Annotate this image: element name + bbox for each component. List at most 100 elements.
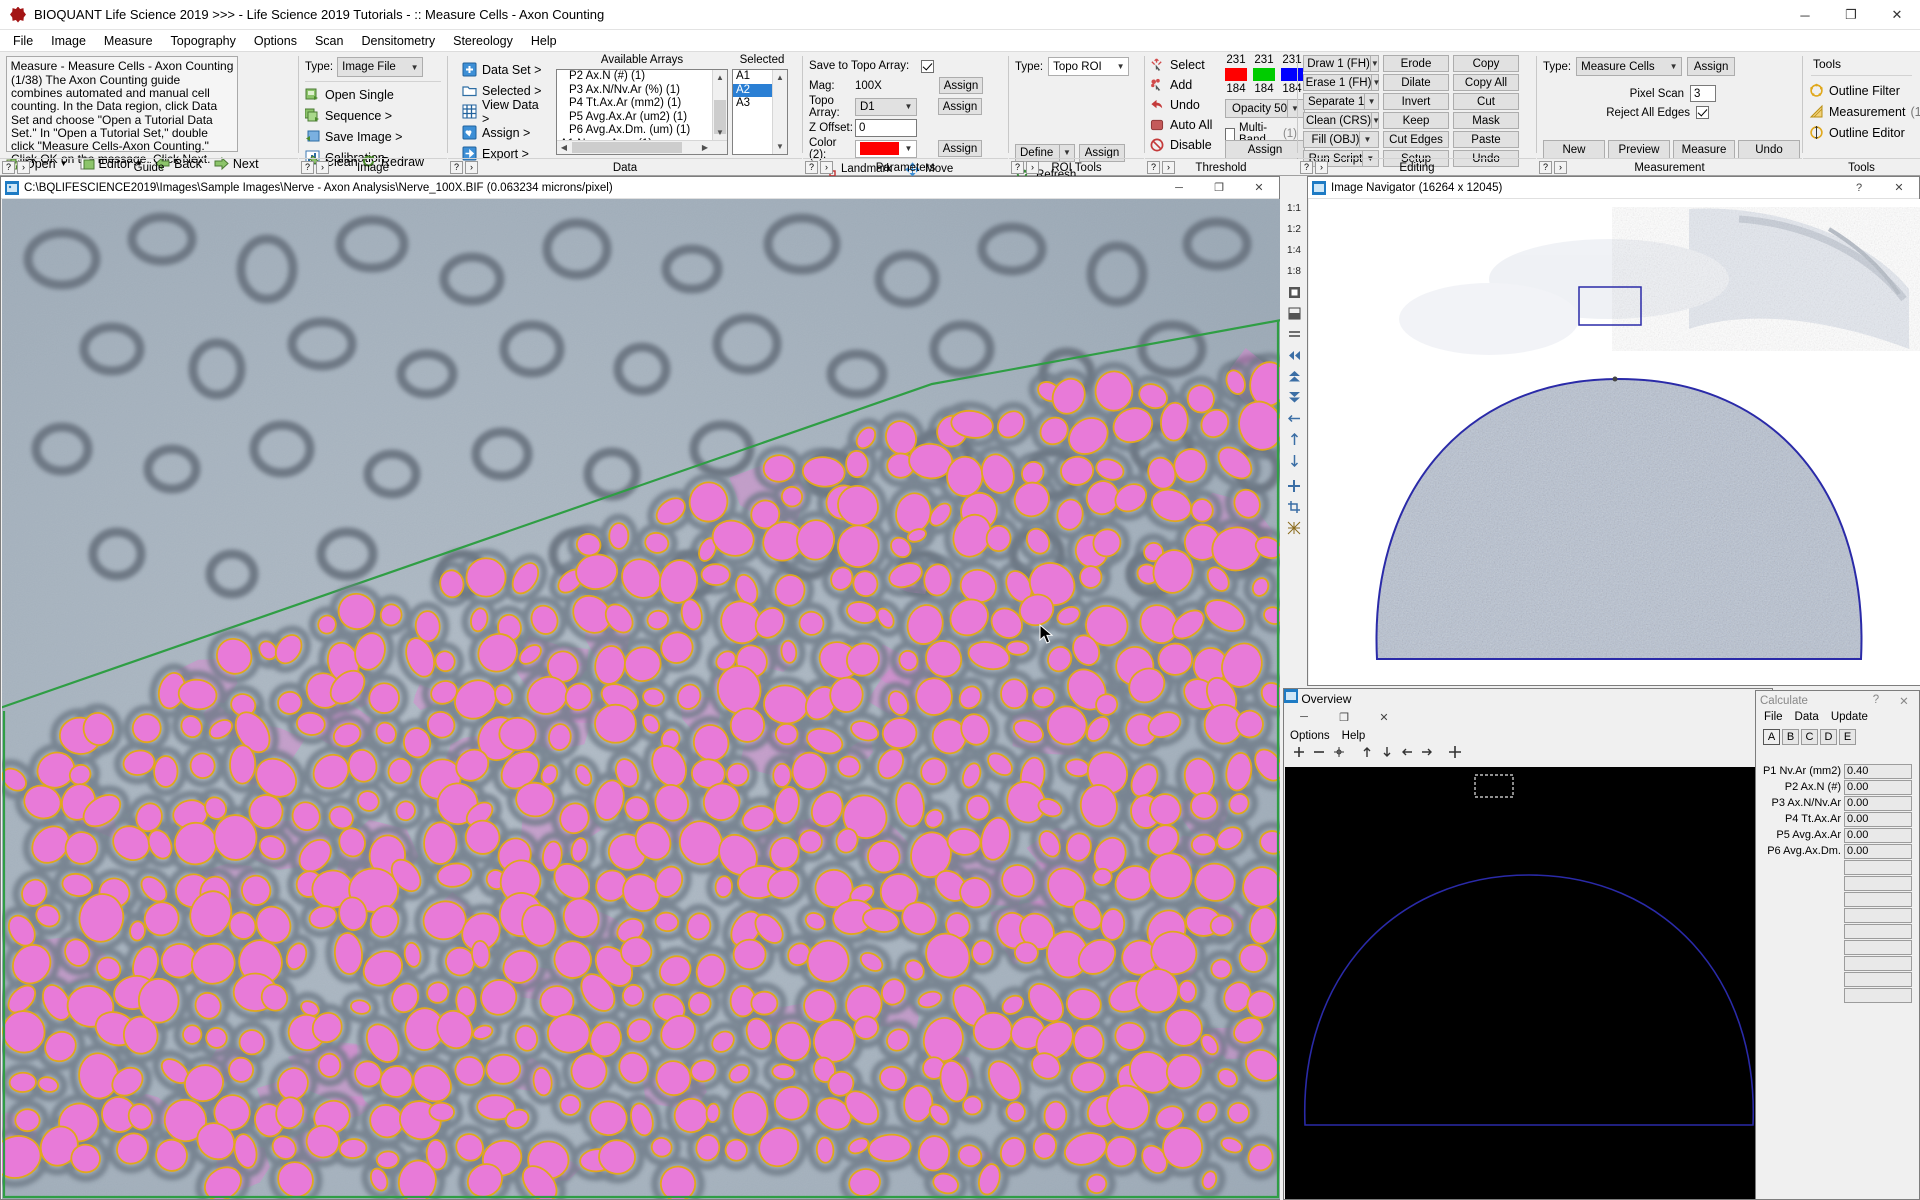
measurement-expand-icon[interactable]: › — [1554, 161, 1567, 174]
keep-button[interactable]: Keep — [1383, 112, 1449, 129]
grid-pattern-icon[interactable] — [1284, 518, 1304, 538]
available-arrays-list[interactable]: P2 Ax.N (#) (1) P3 Ax.N/Nv.Ar (%) (1) P4… — [556, 69, 728, 155]
fill-select[interactable]: Fill (OBJ) ▼ — [1303, 131, 1379, 148]
list-item[interactable]: A3 — [733, 97, 772, 111]
crop-icon[interactable] — [1284, 497, 1304, 517]
menu-densitometry[interactable]: Densitometry — [352, 32, 444, 50]
calculate-tab-c[interactable]: C — [1801, 729, 1818, 745]
image-window-maximize[interactable]: ❐ — [1199, 177, 1239, 199]
menu-stereology[interactable]: Stereology — [444, 32, 522, 50]
save-to-topo-checkbox[interactable] — [921, 59, 934, 73]
menu-topography[interactable]: Topography — [162, 32, 245, 50]
calculate-tab-a[interactable]: A — [1763, 729, 1780, 745]
list-item[interactable]: A1 — [733, 70, 772, 84]
calculate-tab-b[interactable]: B — [1782, 729, 1799, 745]
fit-icon[interactable] — [1332, 745, 1346, 762]
erase-select[interactable]: Erase 1 (FH) ▼ — [1303, 74, 1380, 91]
data-expand-icon[interactable]: › — [465, 161, 478, 174]
reject-all-edges-checkbox[interactable] — [1696, 106, 1709, 119]
scroll-left-icon[interactable]: ◀ — [557, 141, 571, 154]
overview-maximize[interactable]: ❐ — [1324, 706, 1364, 728]
scroll-up-icon[interactable]: ▲ — [773, 70, 787, 85]
image-window-minimize[interactable]: ─ — [1159, 177, 1199, 199]
list-item[interactable]: P6 Avg.Ax.Dm. (um) (1) — [557, 124, 712, 138]
minimize-button[interactable]: ─ — [1782, 0, 1828, 30]
up-fast-icon[interactable] — [1284, 366, 1304, 386]
opacity-select[interactable]: Opacity 50 ▼ — [1225, 99, 1305, 118]
threshold-disable-item[interactable]: Disable — [1150, 135, 1222, 155]
view-data-item[interactable]: View Data > — [462, 98, 546, 126]
measurement-undo-button[interactable]: Undo — [1738, 140, 1800, 159]
overview-menu-help[interactable]: Help — [1342, 730, 1366, 742]
pan-up-icon[interactable] — [1360, 745, 1374, 762]
color-assign-button[interactable]: Assign — [938, 140, 982, 157]
clean-select[interactable]: Clean (CRS) ▼ — [1303, 112, 1380, 129]
list-item[interactable]: P2 Ax.N (#) (1) — [557, 70, 712, 84]
menu-help[interactable]: Help — [522, 32, 566, 50]
roi-help-icon[interactable]: ? — [1011, 161, 1024, 174]
fit-width-icon[interactable] — [1284, 303, 1304, 323]
cut-edges-button[interactable]: Cut Edges — [1383, 131, 1449, 148]
scroll-down-icon[interactable]: ▼ — [713, 125, 727, 140]
micrograph-canvas[interactable] — [2, 199, 1280, 1199]
color-select[interactable]: ▼ — [855, 139, 917, 158]
threshold-add-item[interactable]: Add — [1150, 75, 1222, 95]
guide-help-icon[interactable]: ? — [2, 161, 15, 174]
preview-button[interactable]: Preview — [1608, 140, 1670, 159]
paste-button[interactable]: Paste — [1453, 131, 1519, 148]
navigator-thumbnail[interactable] — [1309, 199, 1920, 685]
available-arrays-hscrollbar[interactable]: ◀ ▶ — [557, 140, 727, 154]
pan-down-icon[interactable] — [1380, 745, 1394, 762]
menu-file[interactable]: File — [4, 32, 42, 50]
calculate-close-button[interactable]: ✕ — [1889, 694, 1919, 708]
close-button[interactable]: ✕ — [1874, 0, 1920, 30]
multi-band-checkbox[interactable] — [1225, 127, 1235, 141]
overview-minimize[interactable]: ─ — [1284, 706, 1324, 728]
threshold-select-item[interactable]: Select — [1150, 55, 1222, 75]
threshold-undo-item[interactable]: Undo — [1150, 95, 1222, 115]
list-item[interactable]: P3 Ax.N/Nv.Ar (%) (1) — [557, 84, 712, 98]
zoom-1-4-button[interactable]: 1:4 — [1284, 240, 1304, 260]
scroll-up-icon[interactable]: ▲ — [713, 70, 727, 85]
overview-menu-options[interactable]: Options — [1290, 730, 1330, 742]
outline-filter-item[interactable]: Outline Filter — [1809, 80, 1914, 101]
measurement-help-icon[interactable]: ? — [1539, 161, 1552, 174]
new-button[interactable]: New — [1543, 140, 1605, 159]
list-item[interactable]: P5 Avg.Ax.Ar (um2) (1) — [557, 111, 712, 125]
pan-left-icon[interactable] — [1400, 745, 1414, 762]
guide-expand-icon[interactable]: › — [17, 161, 30, 174]
image-type-select[interactable]: Image File ▼ — [337, 57, 424, 77]
menu-measure[interactable]: Measure — [95, 32, 162, 50]
zoom-out-icon[interactable] — [1312, 745, 1326, 762]
calculate-menu-file[interactable]: File — [1764, 711, 1783, 727]
calculate-tab-e[interactable]: E — [1839, 729, 1856, 745]
dilate-button[interactable]: Dilate — [1383, 74, 1449, 91]
menu-options[interactable]: Options — [245, 32, 306, 50]
copy-all-button[interactable]: Copy All — [1453, 74, 1519, 91]
parameters-help-icon[interactable]: ? — [805, 161, 818, 174]
save-image-item[interactable]: Save Image > — [305, 126, 441, 147]
left-arrow-icon[interactable] — [1284, 408, 1304, 428]
rewind-icon[interactable] — [1284, 345, 1304, 365]
calculate-tab-d[interactable]: D — [1820, 729, 1837, 745]
pixel-scan-input[interactable]: 3 — [1690, 85, 1716, 102]
measure-button[interactable]: Measure — [1673, 140, 1735, 159]
measurement-assign-button[interactable]: Assign — [1687, 57, 1736, 76]
center-icon[interactable] — [1284, 476, 1304, 496]
mag-assign-button[interactable]: Assign — [939, 77, 983, 94]
copy-button[interactable]: Copy — [1453, 55, 1519, 72]
invert-button[interactable]: Invert — [1383, 93, 1449, 110]
threshold-assign-button[interactable]: Assign — [1225, 140, 1305, 159]
scroll-right-icon[interactable]: ▶ — [698, 141, 712, 154]
maximize-button[interactable]: ❐ — [1828, 0, 1874, 30]
selected-arrays-vscrollbar[interactable]: ▲ ▼ — [772, 70, 787, 154]
threshold-auto-all-item[interactable]: Auto All — [1150, 115, 1222, 135]
topo-array-assign-button[interactable]: Assign — [938, 98, 982, 115]
data-set-item[interactable]: Data Set > — [462, 59, 546, 80]
outline-editor-item[interactable]: Outline Editor — [1809, 122, 1914, 143]
editing-help-icon[interactable]: ? — [1300, 161, 1313, 174]
draw-select[interactable]: Draw 1 (FH) ▼ — [1303, 55, 1379, 72]
zoom-1-2-button[interactable]: 1:2 — [1284, 219, 1304, 239]
zoom-1-8-button[interactable]: 1:8 — [1284, 261, 1304, 281]
image-expand-icon[interactable]: › — [316, 161, 329, 174]
